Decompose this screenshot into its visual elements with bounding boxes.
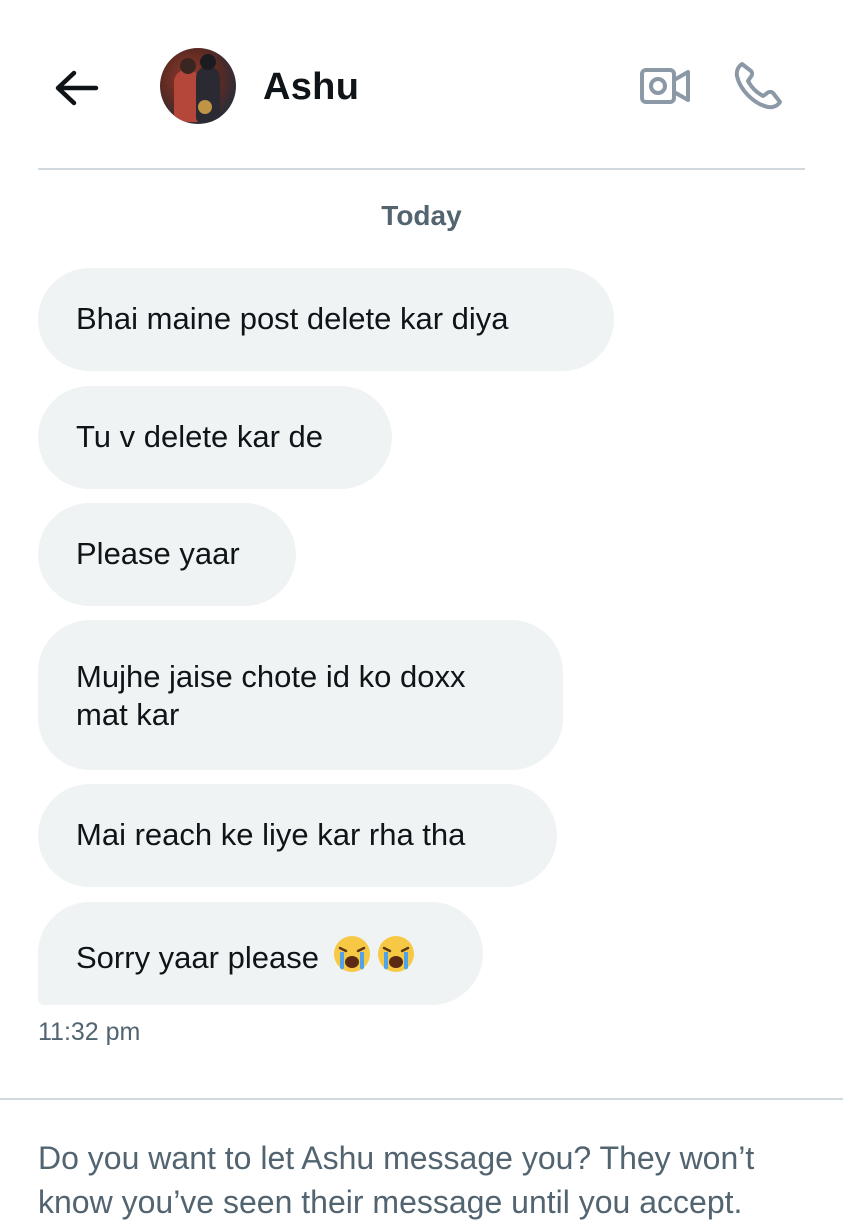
message-bubble[interactable]: Please yaar [38,503,296,606]
message-text: Mai reach ke liye kar rha tha [76,817,466,852]
avatar[interactable] [160,48,236,124]
message-request-prompt: Do you want to let Ashu message you? The… [38,1140,755,1220]
message-text: Bhai maine post delete kar diya [76,301,509,336]
request-divider [0,1098,843,1100]
message-bubble[interactable]: Sorry yaar please [38,902,483,1005]
message-text: Sorry yaar please [76,940,319,975]
message-bubble[interactable]: Mujhe jaise chote id ko doxx mat kar [38,620,563,770]
contact-name[interactable]: Ashu [263,64,359,110]
arrow-left-icon [55,70,99,106]
message-text: Tu v delete kar de [76,419,323,454]
message-timestamp: 11:32 pm [38,1018,141,1046]
date-separator: Today [381,200,462,231]
loudly-crying-face-icon [376,934,416,983]
loudly-crying-face-icon [332,934,372,983]
phone-icon [734,62,782,110]
back-button[interactable] [50,62,102,114]
message-bubble[interactable]: Bhai maine post delete kar diya [38,268,614,371]
voice-call-button[interactable] [730,58,786,114]
message-bubble[interactable]: Mai reach ke liye kar rha tha [38,784,557,887]
video-call-button[interactable] [638,62,692,110]
conversation-header: Ashu [0,0,843,170]
message-text: Please yaar [76,536,240,571]
message-text: Mujhe jaise chote id ko doxx mat kar [76,659,466,732]
header-divider [38,168,805,170]
message-bubble[interactable]: Tu v delete kar de [38,386,392,489]
video-camera-icon [640,68,690,104]
